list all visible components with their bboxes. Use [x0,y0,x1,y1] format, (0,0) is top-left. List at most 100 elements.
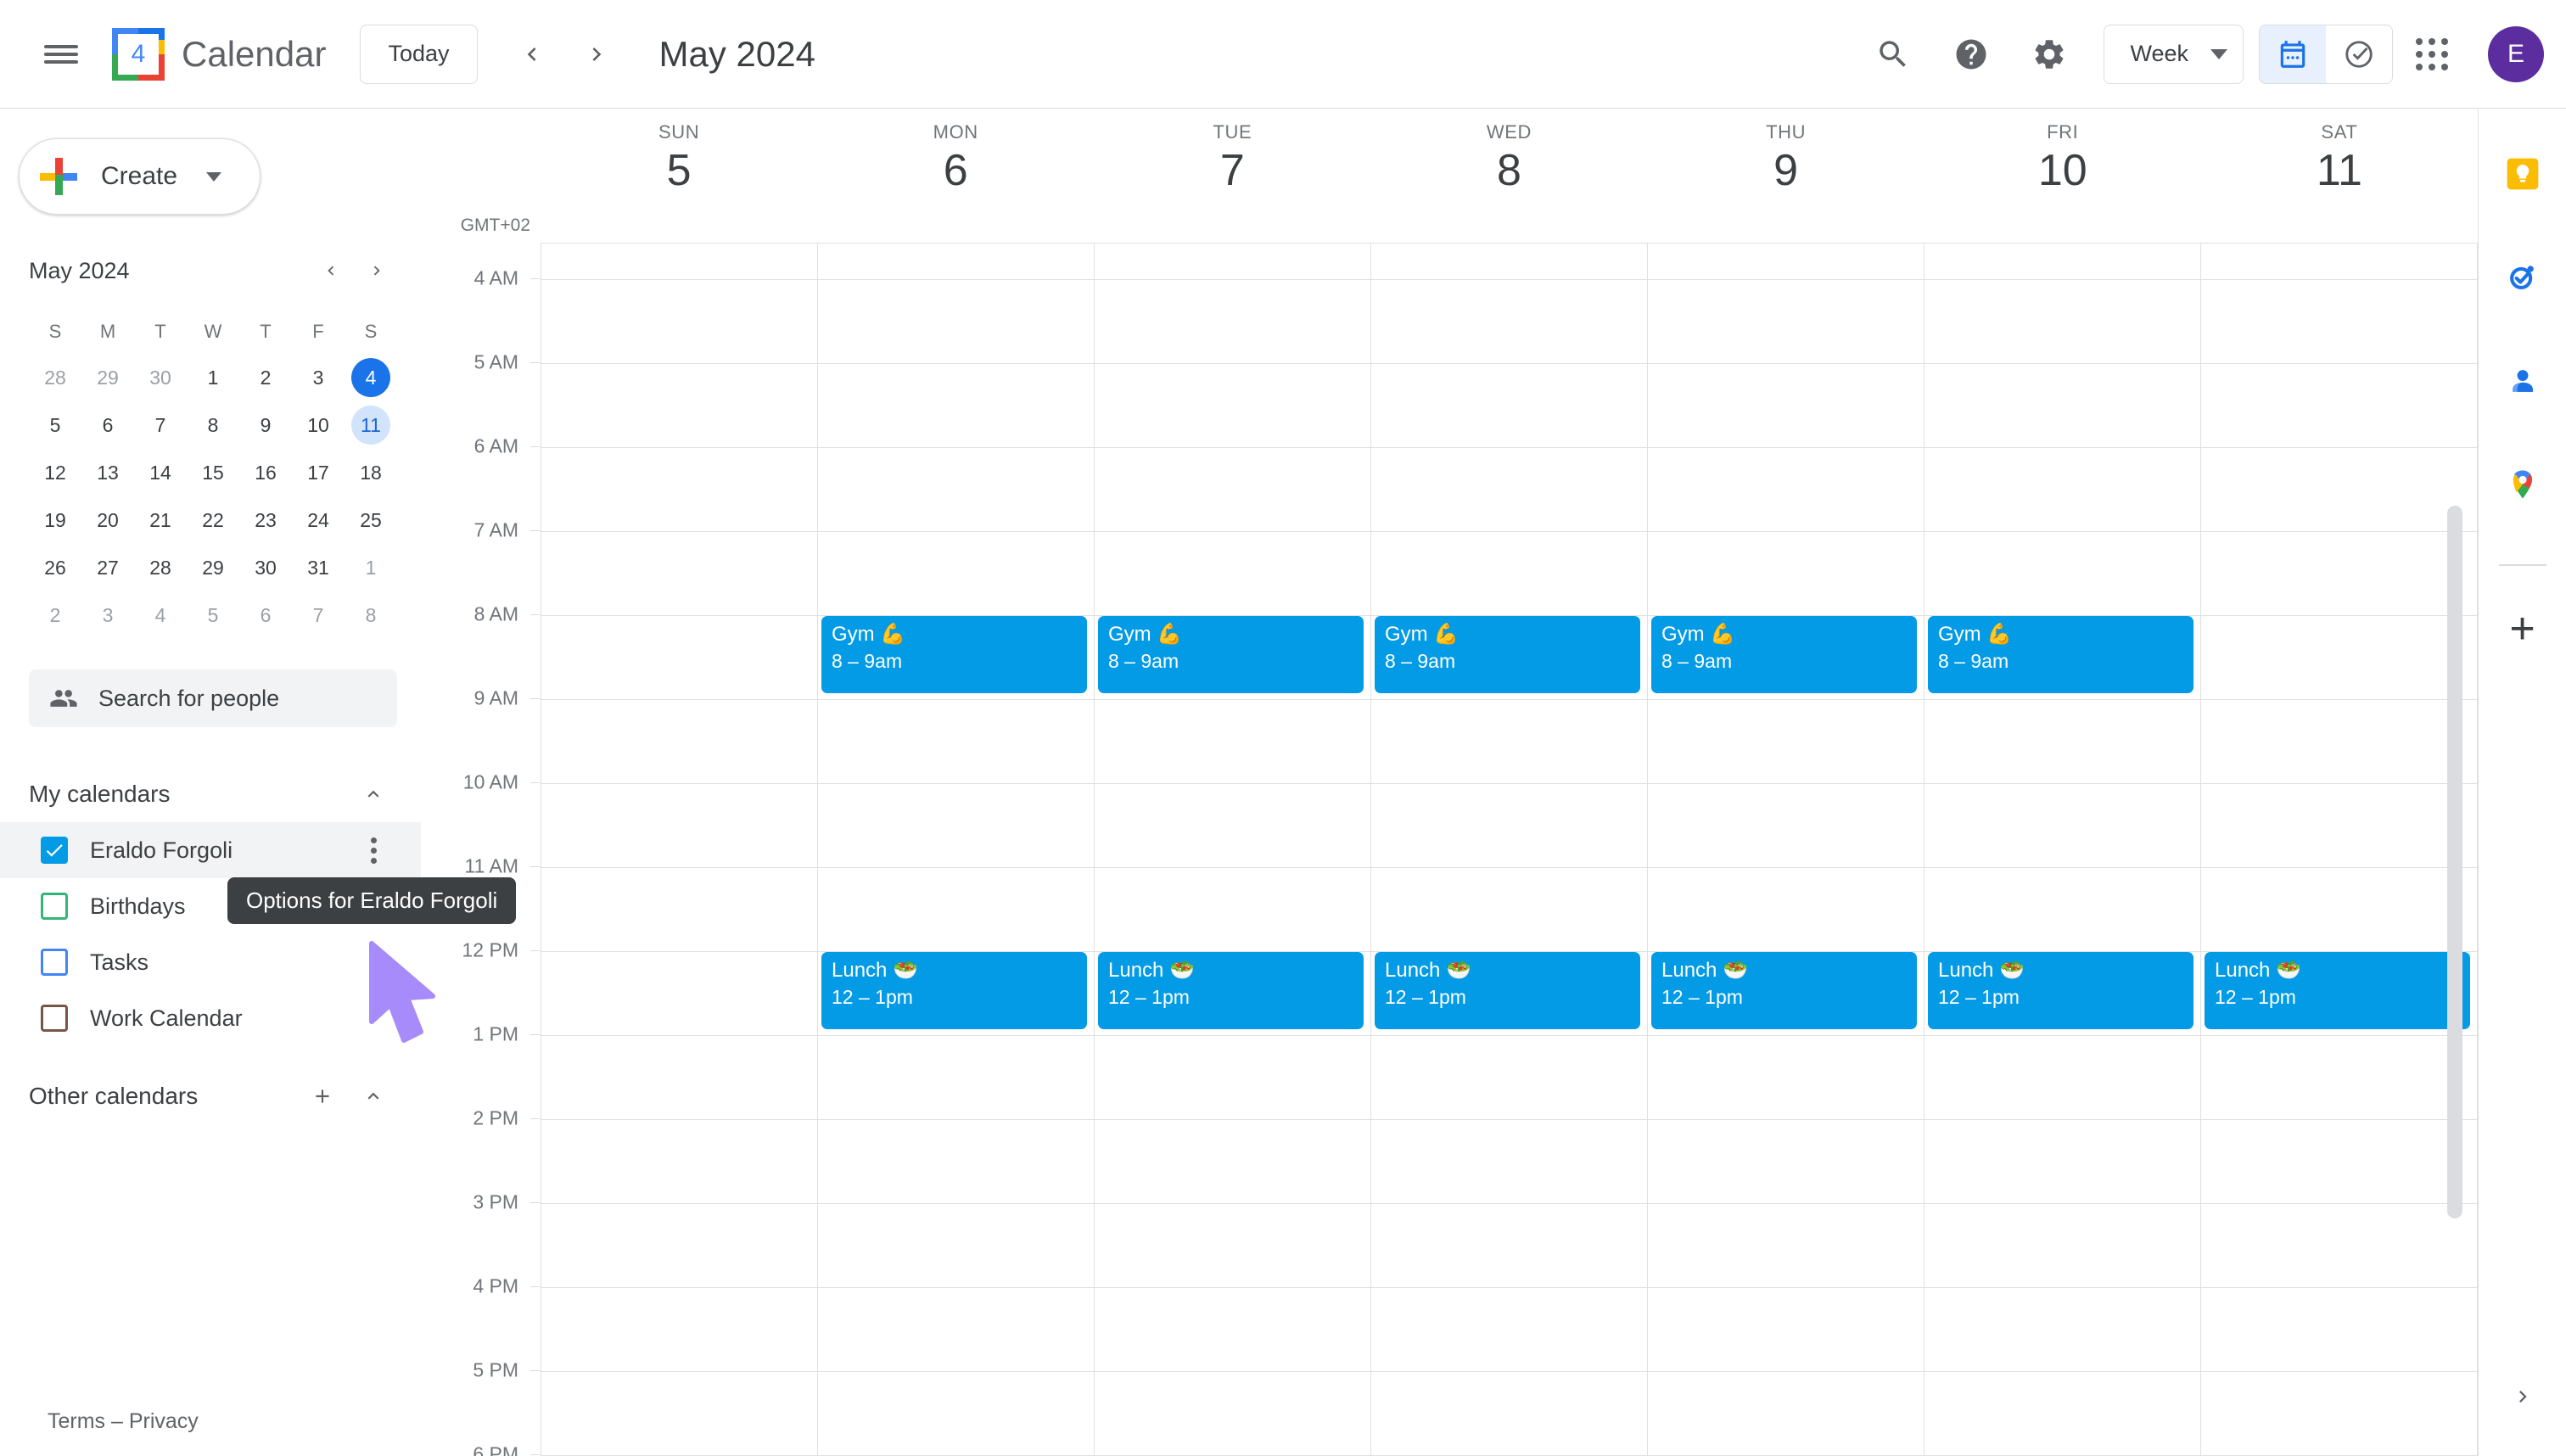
vertical-scrollbar[interactable] [2447,506,2462,1218]
mini-calendar-day[interactable]: 9 [239,401,292,449]
google-tasks-icon[interactable] [2489,244,2557,311]
day-number[interactable]: 6 [944,146,968,195]
day-column-header[interactable]: FRI 10 [1924,109,2201,243]
tasks-check-icon[interactable] [2326,25,2392,83]
calendar-event[interactable]: Gym 💪 8 – 9am [1650,615,1918,694]
mini-calendar-day[interactable]: 7 [134,401,187,449]
mini-calendar-day[interactable]: 6 [81,401,134,449]
day-number[interactable]: 9 [1773,146,1798,195]
mini-calendar-day[interactable]: 15 [187,449,239,496]
mini-calendar-day[interactable]: 10 [292,401,345,449]
day-number[interactable]: 5 [667,146,692,195]
create-button[interactable]: Create [19,138,261,215]
day-column[interactable]: Gym 💪 8 – 9am Lunch 🥗 12 – 1pm [1924,244,2201,1456]
calendar-checkbox[interactable] [41,1005,68,1032]
mini-calendar-day[interactable]: 4 [134,591,187,639]
day-column[interactable]: Gym 💪 8 – 9am Lunch 🥗 12 – 1pm [1371,244,1648,1456]
mini-calendar-day[interactable]: 30 [239,544,292,591]
mini-calendar-day[interactable]: 19 [29,496,81,544]
search-icon[interactable] [1854,15,1932,93]
mini-calendar-day[interactable]: 30 [134,354,187,401]
search-people-input[interactable]: Search for people [29,669,397,727]
add-app-button[interactable]: + [2489,595,2557,663]
expand-side-panel-button[interactable] [2497,1371,2548,1422]
calendar-event[interactable]: Gym 💪 8 – 9am [1097,615,1364,694]
calendar-checkbox[interactable] [41,949,68,976]
day-column-header[interactable]: SAT 11 [2201,109,2478,243]
mini-calendar-day[interactable]: 12 [29,449,81,496]
mini-calendar-day[interactable]: 27 [81,544,134,591]
footer-links[interactable]: Terms – Privacy [48,1409,199,1434]
calendar-event[interactable]: Gym 💪 8 – 9am [821,615,1088,694]
mini-calendar-prev-button[interactable] [311,250,351,291]
calendar-options-kebab-icon[interactable] [351,828,395,872]
day-column[interactable]: Gym 💪 8 – 9am Lunch 🥗 12 – 1pm [1648,244,1924,1456]
mini-calendar-day[interactable]: 7 [292,591,345,639]
day-number[interactable]: 10 [2038,146,2087,195]
day-number[interactable]: 11 [2317,146,2362,195]
calendar-list-item[interactable]: Eraldo Forgoli [0,822,421,878]
mini-calendar-day[interactable]: 28 [134,544,187,591]
day-column[interactable]: Gym 💪 8 – 9am Lunch 🥗 12 – 1pm [818,244,1095,1456]
previous-period-button[interactable] [500,22,564,87]
mini-calendar-day[interactable]: 3 [292,354,345,401]
mini-calendar-day[interactable]: 18 [345,449,397,496]
day-column-header[interactable]: MON 6 [817,109,1094,243]
chevron-up-icon[interactable] [350,1072,397,1120]
mini-calendar-day[interactable]: 22 [187,496,239,544]
day-column-header[interactable]: SUN 5 [541,109,817,243]
mini-calendar-day[interactable]: 11 [345,401,397,449]
mini-calendar-day[interactable]: 1 [345,544,397,591]
mini-calendar-day[interactable]: 14 [134,449,187,496]
day-number[interactable]: 7 [1220,146,1245,195]
next-period-button[interactable] [564,22,629,87]
mini-calendar-day[interactable]: 13 [81,449,134,496]
calendar-event[interactable]: Lunch 🥗 12 – 1pm [1097,951,1364,1030]
mini-calendar-day[interactable]: 21 [134,496,187,544]
mini-calendar-day[interactable]: 1 [187,354,239,401]
calendar-event[interactable]: Gym 💪 8 – 9am [1927,615,2194,694]
mini-calendar-day[interactable]: 20 [81,496,134,544]
calendar-event[interactable]: Lunch 🥗 12 – 1pm [821,951,1088,1030]
help-icon[interactable] [1932,15,2010,93]
chevron-up-icon[interactable] [350,770,397,818]
apps-grid-icon[interactable] [2393,15,2471,93]
calendar-scroll-region[interactable]: 4 AM 5 AM 6 AM 7 AM 8 AM 9 AM 10 AM 11 AM 12 PM 1… [421,243,2478,1456]
mini-calendar-day[interactable]: 31 [292,544,345,591]
mini-calendar-day[interactable]: 2 [239,354,292,401]
my-calendars-header[interactable]: My calendars [0,766,421,822]
day-number[interactable]: 8 [1497,146,1521,195]
calendar-event[interactable]: Lunch 🥗 12 – 1pm [1650,951,1918,1030]
calendar-checkbox[interactable] [41,837,68,864]
mini-calendar-day[interactable]: 8 [345,591,397,639]
gear-icon[interactable] [2010,15,2088,93]
mini-calendar-day[interactable]: 3 [81,591,134,639]
view-selector[interactable]: Week [2104,24,2244,84]
calendar-list-item[interactable]: Work Calendar [0,990,421,1046]
mini-calendar-day[interactable]: 26 [29,544,81,591]
other-calendars-header[interactable]: Other calendars [0,1068,421,1124]
mini-calendar-day[interactable]: 28 [29,354,81,401]
calendar-event[interactable]: Lunch 🥗 12 – 1pm [1374,951,1641,1030]
mini-calendar-day[interactable]: 16 [239,449,292,496]
calendar-list-item[interactable]: Tasks [0,934,421,990]
day-column[interactable] [541,244,818,1456]
mini-calendar-day[interactable]: 23 [239,496,292,544]
google-maps-icon[interactable] [2489,451,2557,518]
mini-calendar-day[interactable]: 4 [345,354,397,401]
google-keep-icon[interactable] [2489,140,2557,208]
day-column[interactable]: Lunch 🥗 12 – 1pm [2201,244,2478,1456]
calendar-event[interactable]: Lunch 🥗 12 – 1pm [2204,951,2471,1030]
day-column[interactable]: Gym 💪 8 – 9am Lunch 🥗 12 – 1pm [1095,244,1371,1456]
mini-calendar-day[interactable]: 6 [239,591,292,639]
hamburger-menu-icon[interactable] [22,15,100,93]
calendar-event[interactable]: Lunch 🥗 12 – 1pm [1927,951,2194,1030]
avatar[interactable]: E [2488,25,2544,82]
mini-calendar-day[interactable]: 24 [292,496,345,544]
calendar-checkbox[interactable] [41,893,68,920]
day-column-header[interactable]: THU 9 [1648,109,1924,243]
day-column-header[interactable]: TUE 7 [1094,109,1370,243]
day-column-header[interactable]: WED 8 [1370,109,1647,243]
mini-calendar-day[interactable]: 5 [29,401,81,449]
plus-icon[interactable] [299,1072,346,1120]
